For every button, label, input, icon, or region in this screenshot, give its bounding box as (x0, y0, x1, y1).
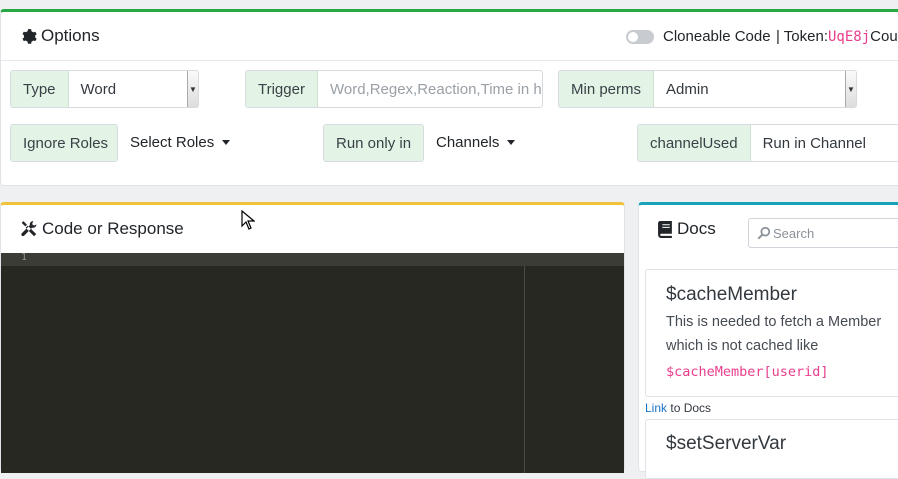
type-group: Type Word ▼ (10, 70, 199, 108)
docs-search-input[interactable]: Search (748, 218, 898, 248)
select-roles-dropdown[interactable]: Select Roles (130, 134, 231, 151)
token-value: UqE8j (828, 28, 871, 45)
code-editor[interactable]: 1 (1, 252, 624, 473)
channel-used-select[interactable]: Run in Channel (751, 125, 898, 161)
code-header: Code or Response (20, 219, 184, 239)
caret-down-icon (507, 140, 516, 145)
doc-card-example: $cacheMember[userid] (666, 364, 829, 380)
options-header: Options (20, 26, 100, 46)
doc-card-title: $setServerVar (666, 433, 787, 454)
docs-link[interactable]: Link (645, 401, 667, 415)
minperms-label: Min perms (559, 71, 655, 107)
tools-icon (21, 221, 37, 237)
docs-link-suffix: to Docs (670, 401, 712, 415)
channels-dropdown[interactable]: Channels (436, 134, 516, 151)
cloneable-label: Cloneable Code (663, 28, 771, 45)
minperms-arrow-icon: ▼ (845, 71, 856, 107)
trigger-input[interactable]: Word,Regex,Reaction,Time in h (318, 71, 542, 107)
channel-used-value: Run in Channel (762, 134, 866, 152)
options-divider (1, 60, 898, 61)
trigger-group: Trigger Word,Regex,Reaction,Time in h (245, 70, 543, 108)
minperms-group: Min perms Admin ▼ (558, 70, 857, 108)
search-icon (757, 226, 771, 240)
code-title: Code or Response (42, 219, 184, 238)
gear-icon (22, 28, 37, 44)
code-panel: Code or Response 1 (0, 202, 625, 473)
run-only-label: Run only in (324, 125, 423, 161)
mouse-pointer-icon (241, 210, 255, 230)
minperms-select[interactable]: Admin ▼ (654, 71, 856, 107)
type-value: Word (80, 80, 117, 98)
run-only-group: Run only in (323, 124, 424, 162)
token-suffix: Cou (870, 28, 898, 45)
token-prefix: | Token: (776, 28, 828, 45)
doc-card-description: This is needed to fetch a Member which i… (666, 314, 882, 354)
docs-panel: Docs Search $cacheMember This is needed … (638, 202, 898, 479)
type-label: Type (11, 71, 69, 107)
options-panel: Options Cloneable Code | Token: UqE8j Co… (0, 9, 898, 186)
docs-title: Docs (677, 219, 716, 238)
channel-used-group: channelUsed Run in Channel (637, 124, 898, 162)
doc-card-cachemember: $cacheMember This is needed to fetch a M… (645, 269, 898, 397)
doc-card-setservervar: $setServerVar (645, 419, 898, 479)
token-display: | Token: UqE8j Cou (776, 28, 898, 45)
channel-used-label: channelUsed (638, 125, 751, 161)
caret-down-icon (222, 140, 231, 145)
doc-card-title: $cacheMember (666, 284, 797, 305)
cloneable-toggle[interactable] (626, 30, 654, 44)
minperms-value: Admin (666, 80, 709, 98)
trigger-label: Trigger (246, 71, 318, 107)
book-icon (658, 220, 672, 238)
print-margin (524, 266, 525, 473)
type-select[interactable]: Word ▼ (69, 71, 198, 107)
channels-label: Channels (436, 134, 500, 151)
select-roles-label: Select Roles (130, 134, 215, 151)
ignore-roles-label: Ignore Roles (11, 125, 117, 161)
doc-link-row: Link to Docs (645, 401, 711, 415)
search-placeholder: Search (773, 225, 815, 241)
type-arrow-icon: ▼ (187, 71, 198, 107)
line-number: 1 (21, 252, 28, 263)
active-line: 1 (1, 252, 624, 266)
docs-header: Docs (658, 219, 716, 239)
options-title: Options (41, 26, 100, 45)
ignore-roles-group: Ignore Roles (10, 124, 118, 162)
